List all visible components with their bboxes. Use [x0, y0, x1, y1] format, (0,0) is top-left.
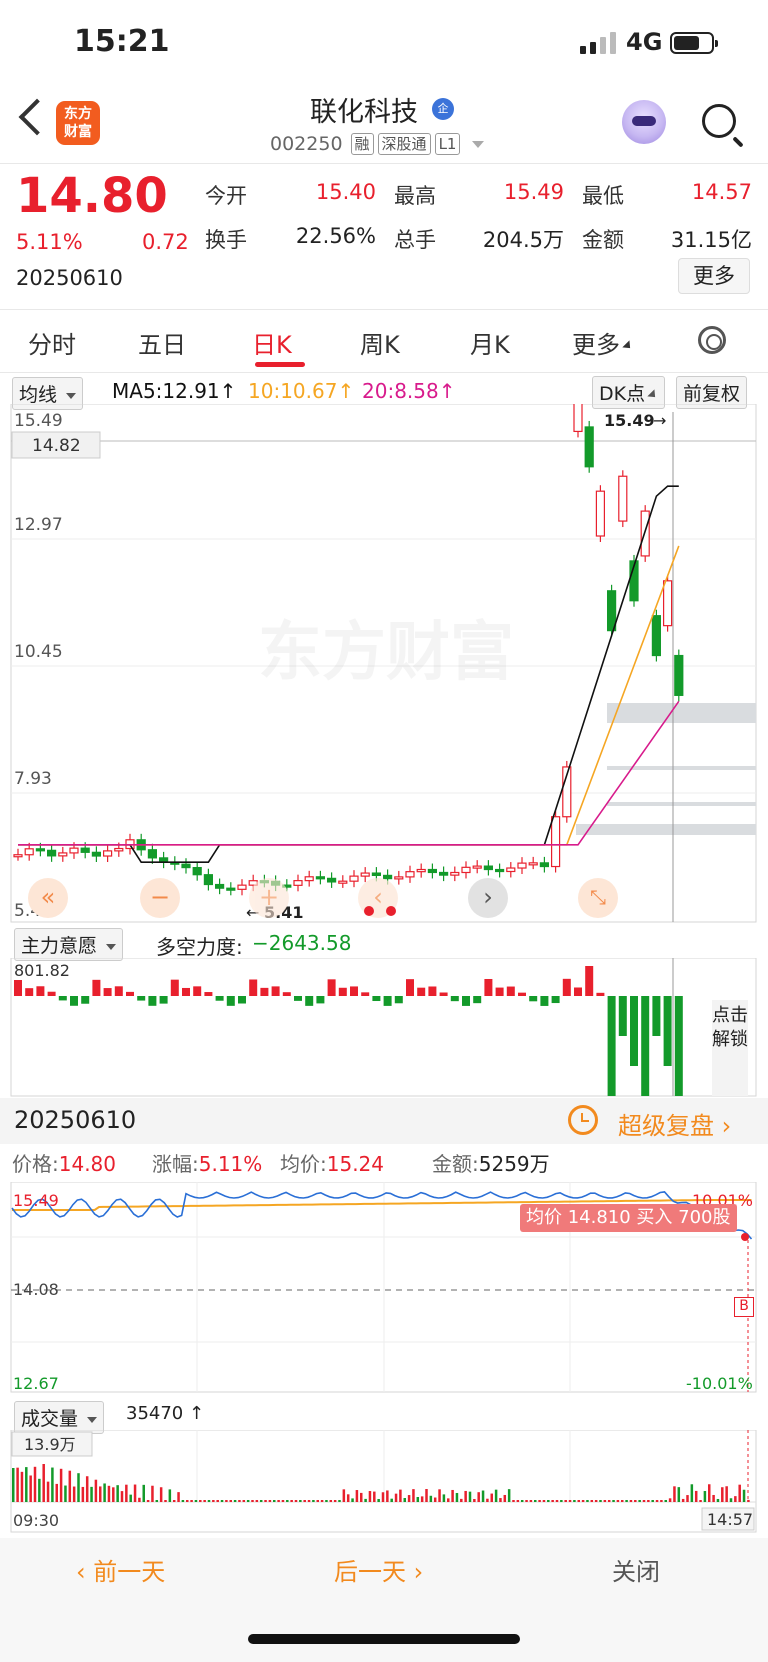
- change-amount: 0.72: [142, 230, 189, 254]
- volume-current: 35470 ↑: [126, 1403, 205, 1424]
- status-time: 15:21: [74, 24, 170, 59]
- stock-code: 002250: [270, 133, 343, 155]
- tag-margin: 融: [350, 133, 374, 155]
- sub-top-value: 801.82: [14, 961, 70, 980]
- intraday-volume-chart: 13.9万 09:30 14:57: [10, 1430, 757, 1533]
- volume-max: 13.9万: [24, 1435, 76, 1454]
- super-replay-button[interactable]: 超级复盘 ›: [618, 1106, 731, 1141]
- y-tick-4: 7.93: [14, 769, 52, 789]
- ma5-value: MA5:12.91↑: [112, 379, 237, 403]
- high-annotation-arrow: →: [653, 411, 666, 430]
- sub-indicator-select[interactable]: 主力意愿: [14, 928, 124, 961]
- amount-label: 金额: [582, 228, 624, 252]
- ma10-value: 10:10.67↑: [248, 379, 355, 403]
- close-button[interactable]: 关闭: [612, 1552, 660, 1587]
- chevron-down-icon: [472, 140, 485, 148]
- replay-amount: 金额:5259万: [432, 1152, 550, 1176]
- y-tick-top: 15.49: [14, 411, 63, 431]
- intraday-bottom-pct: -10.01%: [686, 1374, 753, 1393]
- intraday-top: 15.49: [13, 1191, 59, 1210]
- history-icon[interactable]: [568, 1105, 598, 1135]
- eastmoney-logo[interactable]: 东方 财富: [56, 101, 100, 145]
- price-tag: 14.82: [32, 436, 81, 456]
- more-quote-button[interactable]: 更多: [678, 258, 750, 294]
- home-indicator: [248, 1634, 520, 1644]
- tab-daily-k[interactable]: 日K: [252, 325, 292, 360]
- low-value: 14.57: [691, 180, 752, 204]
- tab-weekly-k[interactable]: 周K: [360, 325, 400, 360]
- tag-connect: 深股通: [377, 133, 431, 155]
- y-tick-2: 12.97: [14, 515, 63, 535]
- gear-icon[interactable]: [698, 326, 726, 354]
- volume-label: 总手: [394, 228, 436, 252]
- signal-icon: [580, 32, 616, 54]
- kline-chart[interactable]: 15.49 14.82 12.97 10.45 7.93 5.41 15.49 …: [0, 404, 768, 924]
- dot-indicator: [386, 906, 396, 916]
- back-icon[interactable]: [18, 98, 56, 136]
- battery-icon: [670, 32, 718, 54]
- force-label: 多空力度:: [156, 935, 243, 959]
- open-value: 15.40: [315, 180, 376, 204]
- tab-active-indicator: [255, 362, 305, 367]
- tab-monthly-k[interactable]: 月K: [470, 325, 510, 360]
- quote-date: 20250610: [16, 266, 123, 290]
- fullscreen-icon[interactable]: ⤡: [578, 878, 618, 918]
- tab-more[interactable]: 更多: [572, 325, 634, 360]
- low-label: 最低: [582, 184, 624, 208]
- time-start: 09:30: [13, 1511, 59, 1530]
- watermark: 东方财富: [258, 616, 514, 690]
- stock-code-row[interactable]: 002250 融 深股通 L1: [270, 133, 485, 155]
- open-label: 今开: [205, 184, 247, 208]
- scroll-left-fast-button[interactable]: «: [28, 878, 68, 918]
- replay-date: 20250610: [14, 1106, 137, 1134]
- amount-value: 31.15亿: [670, 228, 752, 252]
- intraday-bottom: 12.67: [13, 1374, 59, 1393]
- force-value: −2643.58: [252, 931, 352, 955]
- zoom-in-button[interactable]: +: [249, 878, 289, 918]
- replay-change: 涨幅:5.11%: [152, 1152, 263, 1176]
- replay-price: 价格:14.80: [12, 1152, 117, 1176]
- turnover-label: 换手: [205, 228, 247, 252]
- robot-assistant-icon[interactable]: [622, 100, 666, 144]
- high-value: 15.49: [503, 180, 564, 204]
- turnover-value: 22.56%: [295, 224, 376, 248]
- tab-five-day[interactable]: 五日: [138, 325, 186, 360]
- high-annotation-text: 15.49: [604, 411, 655, 430]
- ma20-value: 20:8.58↑: [362, 379, 456, 403]
- zoom-out-button[interactable]: −: [140, 878, 180, 918]
- next-day-button[interactable]: 后一天 ›: [334, 1552, 423, 1587]
- volume-value: 204.5万: [482, 228, 564, 252]
- sub-indicator-chart: 801.82: [10, 958, 757, 1097]
- change-percent: 5.11%: [16, 230, 83, 254]
- current-price: 14.80: [16, 168, 168, 224]
- search-icon[interactable]: [702, 104, 736, 138]
- stock-name[interactable]: 联化科技: [310, 90, 418, 129]
- intraday-volume-bars: [12, 1464, 750, 1502]
- time-cursor: 14:57: [707, 1510, 753, 1529]
- dot-indicator: [364, 906, 374, 916]
- tab-intraday[interactable]: 分时: [28, 325, 76, 360]
- replay-avg: 均价:15.24: [280, 1152, 385, 1176]
- qi-badge: 企: [432, 98, 454, 120]
- buy-marker[interactable]: B: [734, 1297, 754, 1317]
- prev-day-button[interactable]: ‹ 前一天: [76, 1552, 165, 1587]
- network-type: 4G: [626, 28, 663, 56]
- scroll-right-button[interactable]: ›: [468, 878, 508, 918]
- y-tick-3: 10.45: [14, 642, 63, 662]
- trade-tag: 均价 14.810 买入 700股: [520, 1204, 737, 1232]
- high-label: 最高: [394, 184, 436, 208]
- sub-indicator-bars: [14, 966, 683, 1096]
- intraday-mid: 14.08: [13, 1280, 59, 1299]
- tag-level: L1: [434, 133, 461, 155]
- unlock-button[interactable]: 点击解锁: [712, 1000, 748, 1096]
